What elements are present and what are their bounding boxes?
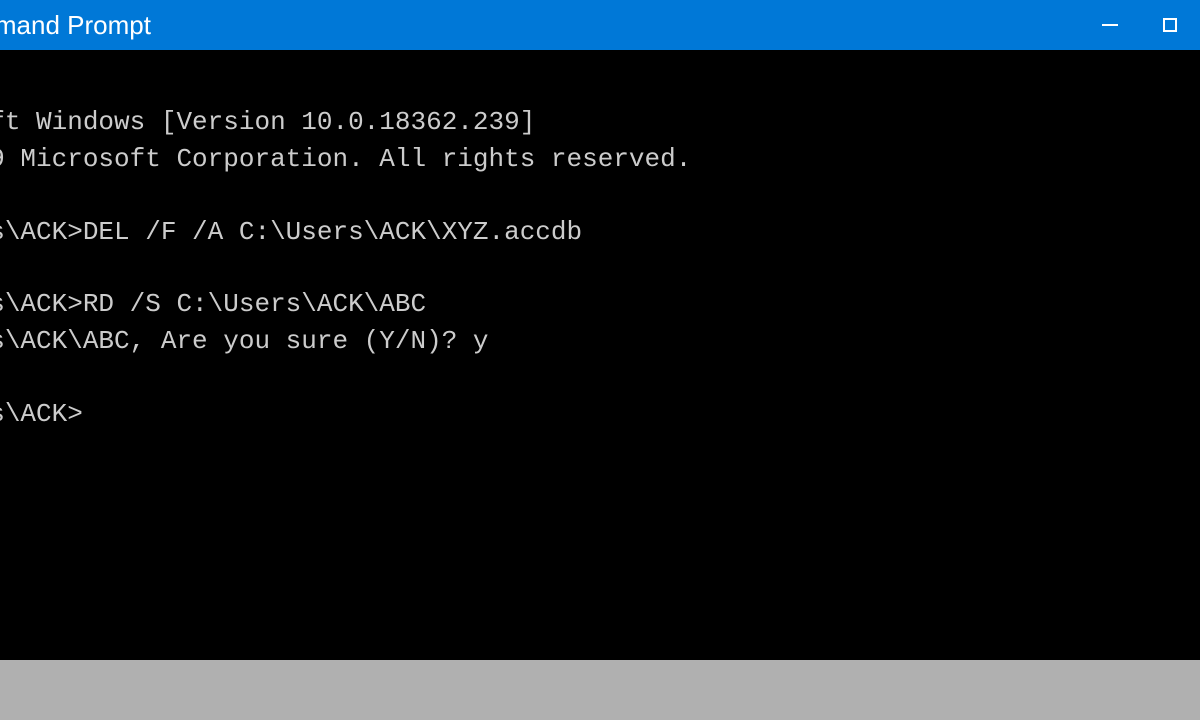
window-controls	[1080, 0, 1200, 50]
terminal-line: (c) 2019 Microsoft Corporation. All righ…	[0, 144, 691, 174]
terminal-output[interactable]: Microsoft Windows [Version 10.0.18362.23…	[0, 50, 1200, 660]
minimize-icon	[1102, 24, 1118, 26]
terminal-line: C:\Users\ACK\ABC, Are you sure (Y/N)? y	[0, 326, 489, 356]
maximize-button[interactable]	[1140, 0, 1200, 50]
terminal-line: Microsoft Windows [Version 10.0.18362.23…	[0, 107, 535, 137]
terminal-line: C:\Users\ACK>RD /S C:\Users\ACK\ABC	[0, 289, 426, 319]
terminal-line: C:\Users\ACK>DEL /F /A C:\Users\ACK\XYZ.…	[0, 217, 582, 247]
titlebar[interactable]: Command Prompt	[0, 0, 1200, 50]
terminal-prompt: C:\Users\ACK>	[0, 399, 83, 429]
maximize-icon	[1163, 18, 1177, 32]
minimize-button[interactable]	[1080, 0, 1140, 50]
command-prompt-window: Command Prompt Microsoft Windows [Versio…	[0, 0, 1200, 660]
window-title: Command Prompt	[0, 10, 151, 41]
